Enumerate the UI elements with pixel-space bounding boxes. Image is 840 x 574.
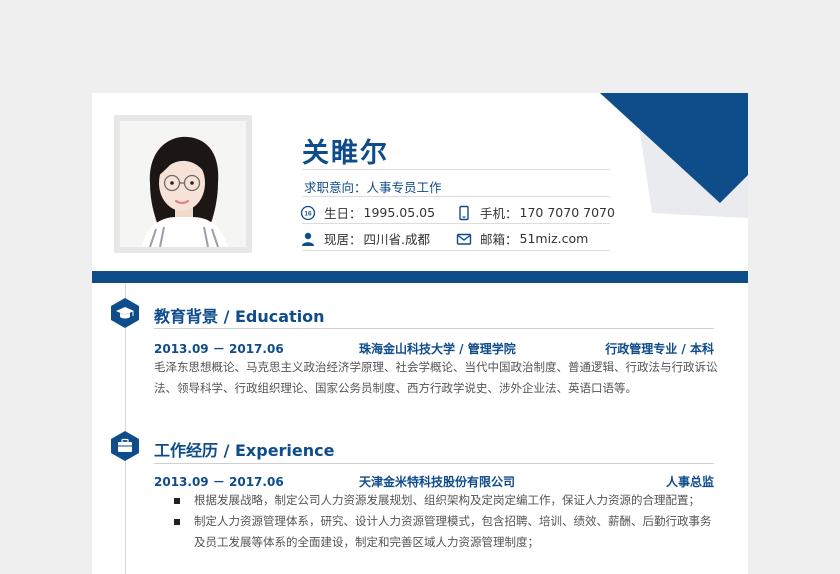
briefcase-icon <box>111 431 139 461</box>
experience-title: 工作经历 / Experience <box>154 441 335 460</box>
section-divider <box>154 328 714 329</box>
candidate-name: 关睢尔 <box>302 138 389 169</box>
education-title: 教育背景 / Education <box>154 307 325 326</box>
experience-row: 2013.09 － 2017.06 天津金米特科技股份有限公司 人事总监 <box>154 473 714 489</box>
education-period: 2013.09 － 2017.06 <box>154 342 284 356</box>
location-icon <box>300 231 316 247</box>
avatar <box>120 121 246 247</box>
bullet-text: 制定人力资源管理体系，研究、设计人力资源管理模式，包含招聘、培训、绩效、薪酬、后… <box>194 514 712 549</box>
experience-company: 天津金米特科技股份有限公司 <box>359 475 516 489</box>
graduation-cap-icon <box>111 298 139 328</box>
education-row: 2013.09 － 2017.06 珠海金山科技大学 / 管理学院 行政管理专业… <box>154 340 714 356</box>
email-info: 邮箱： 51miz.com <box>456 229 588 248</box>
education-courses: 毛泽东思想概论、马克思主义政治经济学原理、社会学概论、当代中国政治制度、普通逻辑… <box>154 360 718 395</box>
job-intent: 求职意向：人事专员工作 <box>304 180 442 195</box>
age-badge-icon: 16 <box>300 205 316 221</box>
divider-line <box>302 250 610 251</box>
experience-bullet: 制定人力资源管理体系，研究、设计人力资源管理模式，包含招聘、培训、绩效、薪酬、后… <box>172 511 718 553</box>
location-value: 四川省.成都 <box>363 232 430 247</box>
birth-label: 生日： <box>324 206 362 221</box>
divider-line <box>302 223 610 224</box>
location-label: 现居： <box>324 232 362 247</box>
section-divider <box>154 463 714 464</box>
location-info: 现居： 四川省.成都 <box>300 229 430 248</box>
experience-period: 2013.09 － 2017.06 <box>154 475 284 489</box>
education-school: 珠海金山科技大学 / 管理学院 <box>359 342 516 356</box>
phone-info: 手机： 170 7070 7070 <box>456 203 615 222</box>
bullet-text: 根据发展战略，制定公司人力资源发展规划、组织架构及定岗定编工作，保证人力资源的合… <box>194 493 700 507</box>
bullet-marker <box>174 498 180 504</box>
birth-value: 1995.05.05 <box>363 205 436 220</box>
divider-line <box>302 169 610 170</box>
email-value: 51miz.com <box>519 231 589 246</box>
phone-value: 170 7070 7070 <box>519 205 615 220</box>
phone-icon <box>456 205 472 221</box>
portrait-illustration <box>120 121 246 247</box>
birth-info: 16 生日： 1995.05.05 <box>300 203 435 222</box>
bullet-marker <box>174 519 180 525</box>
education-major: 行政管理专业 / 本科 <box>605 342 714 356</box>
mail-icon <box>456 231 472 247</box>
resume-page: 关睢尔 求职意向：人事专员工作 16 生日： 1995.05.05 手机： 17… <box>92 93 748 574</box>
header-band <box>92 271 748 283</box>
age-badge-text: 16 <box>304 210 312 217</box>
photo-frame <box>114 115 252 253</box>
email-label: 邮箱： <box>480 232 518 247</box>
divider-line <box>302 196 610 197</box>
experience-bullet: 根据发展战略，制定公司人力资源发展规划、组织架构及定岗定编工作，保证人力资源的合… <box>172 490 718 511</box>
phone-label: 手机： <box>480 206 518 221</box>
experience-position: 人事总监 <box>665 475 714 489</box>
